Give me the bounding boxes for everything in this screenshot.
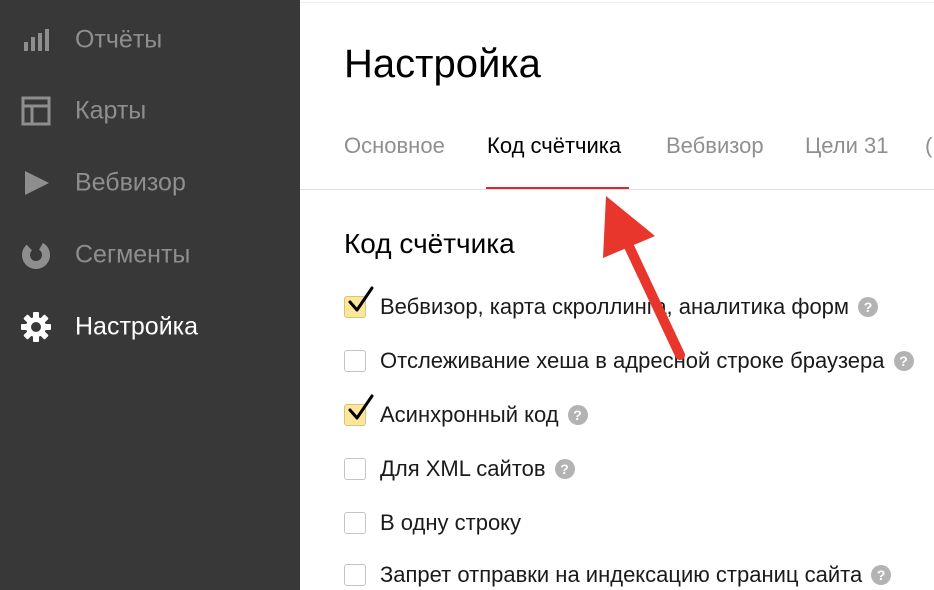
sidebar-item-webvisor[interactable]: Вебвизор	[0, 147, 300, 219]
checkbox[interactable]	[344, 350, 366, 372]
gear-icon	[19, 310, 53, 344]
checkmark-icon	[348, 286, 374, 312]
tab-truncated[interactable]: (	[925, 133, 932, 159]
sidebar-item-label: Сегменты	[75, 240, 191, 269]
option-single-line: В одну строку	[344, 508, 521, 538]
sidebar-item-segments[interactable]: Сегменты	[0, 219, 300, 291]
main-content: Настройка Основное Код счётчика Вебвизор…	[300, 0, 934, 590]
divider	[300, 189, 934, 190]
bar-chart-icon	[19, 23, 53, 57]
help-icon[interactable]: ?	[858, 297, 879, 317]
divider	[300, 2, 934, 3]
option-hash-tracking: Отслеживание хеша в адресной строке брау…	[344, 346, 914, 376]
tab-counter-code[interactable]: Код счётчика	[487, 133, 621, 159]
sidebar-item-label: Отчёты	[75, 25, 163, 54]
option-noindex: Запрет отправки на индексацию страниц са…	[344, 560, 892, 590]
tab-bar: Основное Код счётчика Вебвизор Цели 31 (	[300, 120, 934, 190]
tab-webvisor[interactable]: Вебвизор	[666, 133, 764, 159]
option-label: Асинхронный код	[380, 402, 559, 427]
tab-goals[interactable]: Цели 31	[805, 133, 889, 159]
option-xml-sites: Для XML сайтов ?	[344, 454, 575, 484]
option-async-code: Асинхронный код ?	[344, 394, 588, 430]
option-label: Вебвизор, карта скроллинга, аналитика фо…	[380, 294, 850, 319]
checkbox[interactable]	[344, 564, 366, 586]
option-label: Отслеживание хеша в адресной строке брау…	[380, 348, 885, 373]
option-label: В одну строку	[380, 510, 522, 535]
option-webvisor-forms: Вебвизор, карта скроллинга, аналитика фо…	[344, 286, 879, 322]
checkmark-icon	[348, 394, 374, 420]
option-label: Запрет отправки на индексацию страниц са…	[380, 562, 863, 587]
layout-map-icon	[19, 94, 53, 128]
help-icon[interactable]: ?	[567, 405, 588, 425]
help-icon[interactable]: ?	[871, 565, 892, 585]
sidebar-item-settings[interactable]: Настройка	[0, 291, 300, 363]
checkbox[interactable]	[344, 512, 366, 534]
donut-segment-icon	[19, 238, 53, 272]
sidebar-item-label: Карты	[75, 96, 147, 125]
checkbox[interactable]	[344, 286, 374, 318]
option-label: Для XML сайтов	[380, 456, 546, 481]
page-title: Настройка	[344, 42, 541, 86]
section-title: Код счётчика	[344, 228, 515, 259]
sidebar-item-reports[interactable]: Отчёты	[0, 4, 300, 76]
tab-general[interactable]: Основное	[344, 133, 445, 159]
sidebar-item-maps[interactable]: Карты	[0, 75, 300, 147]
checkbox[interactable]	[344, 458, 366, 480]
sidebar-item-label: Настройка	[75, 312, 199, 341]
sidebar-item-label: Вебвизор	[75, 168, 186, 197]
help-icon[interactable]: ?	[554, 459, 575, 479]
help-icon[interactable]: ?	[893, 351, 914, 371]
play-icon	[19, 166, 53, 200]
checkbox[interactable]	[344, 394, 374, 426]
sidebar: Отчёты Карты Вебвизор Сегменты Настройка	[0, 0, 300, 590]
